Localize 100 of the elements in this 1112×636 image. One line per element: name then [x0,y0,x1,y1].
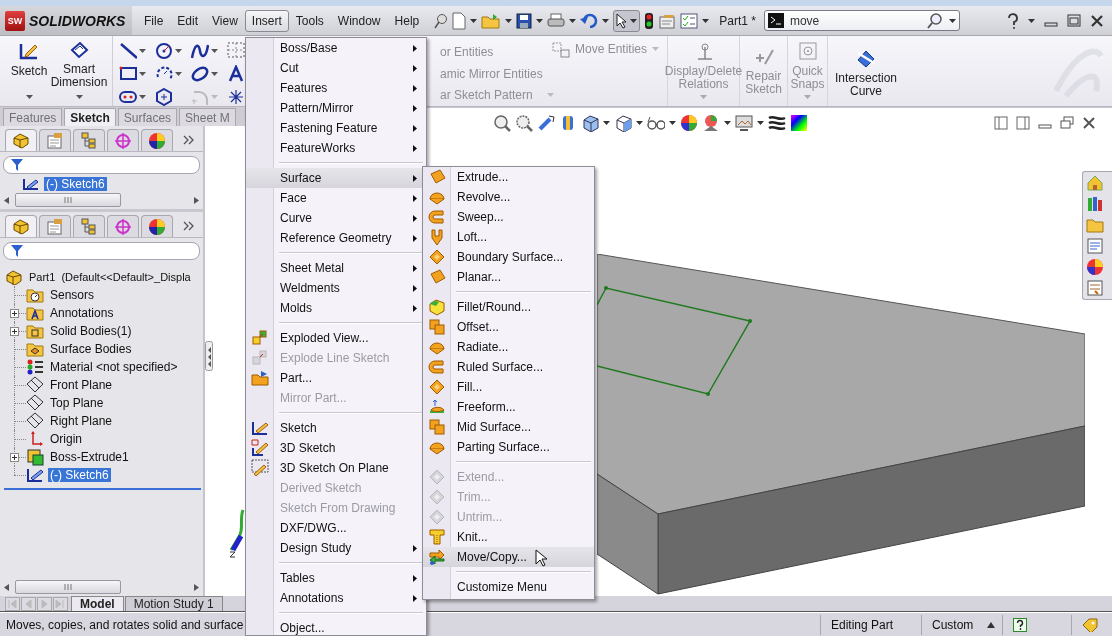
menu-item[interactable]: Pattern/Mirror [246,98,426,118]
tree-item[interactable]: Front Plane [48,378,115,392]
menu-item[interactable]: Curve [246,208,426,228]
tree-item[interactable]: Boss-Extrude1 [48,450,131,464]
menu-item[interactable]: Molds [246,298,426,318]
print-icon[interactable] [547,12,566,29]
menu-item[interactable]: Tools [288,9,331,32]
zoom-area-icon[interactable] [515,114,533,132]
menu-item[interactable]: Mid Surface... [423,417,594,437]
tool-button[interactable]: Smart Dimension [50,36,108,106]
close-icon[interactable] [1090,13,1104,28]
previous-view-icon[interactable] [537,114,555,132]
tab[interactable]: Model [71,596,124,611]
view-cube-icon[interactable] [581,114,599,132]
menu-item[interactable]: Boss/Base [246,38,426,58]
menu-item[interactable]: Design Study [246,538,426,558]
tree-item[interactable]: Surface Bodies [48,342,134,356]
chevrons-icon[interactable] [183,221,195,231]
tab[interactable]: Surfaces [117,108,178,126]
menu-item[interactable]: View [205,9,245,32]
tree-item[interactable]: Origin [48,432,84,446]
menu-item[interactable]: Parting Surface... [423,437,594,457]
menu-item[interactable]: Help [387,9,427,32]
menu-item[interactable]: Part... [246,368,426,388]
tree-item[interactable]: Annotations [48,306,116,320]
panel-tab[interactable] [5,215,37,237]
menu-item[interactable]: Freeform... [423,397,594,417]
scene-icon[interactable] [702,114,720,132]
menu-item[interactable]: Annotations [246,588,426,608]
checklist-icon[interactable] [680,12,699,29]
expand-icon[interactable] [10,309,19,318]
menu-item[interactable]: Extrude... [423,167,594,187]
tree-item[interactable]: Right Plane [48,414,115,428]
glasses-icon[interactable] [647,114,665,132]
tab[interactable]: Features [3,108,63,126]
point-icon[interactable] [227,87,245,106]
tree-item[interactable]: Solid Bodies(1) [48,324,134,338]
menu-item[interactable]: Offset... [423,317,594,337]
tool-button[interactable]: Sketch [8,36,50,106]
menu-item[interactable]: Boundary Surface... [423,247,594,267]
menu-item[interactable]: Object... [246,618,426,635]
tab[interactable]: Sheet M [179,108,236,126]
tab[interactable]: Motion Study 1 [124,596,223,611]
zebra-stripes-icon[interactable] [768,114,786,132]
menu-item[interactable]: Exploded View... [246,328,426,348]
menu-item[interactable]: Tables [246,568,426,588]
line-icon[interactable] [119,41,137,60]
undo-icon[interactable] [580,12,599,29]
panel-tab[interactable] [5,129,37,151]
filter-field[interactable] [3,242,200,260]
tool-button[interactable]: Intersection Curve [828,36,904,106]
display-style-icon[interactable] [614,114,632,132]
menu-item[interactable]: Knit... [423,527,594,547]
menu-item[interactable]: Face [246,188,426,208]
menu-item[interactable]: 3D Sketch On Plane [246,458,426,478]
menu-item[interactable]: Insert [244,9,289,32]
menu-item[interactable]: Move/Copy... [423,547,594,567]
appearance-icon[interactable] [1086,258,1104,276]
menu-item[interactable]: Reference Geometry [246,228,426,248]
expand-icon[interactable] [10,327,19,336]
zoom-fit-icon[interactable] [493,114,511,132]
menu-item[interactable]: Radiate... [423,337,594,357]
curvature-icon[interactable] [790,114,808,132]
menu-item[interactable]: Window [330,9,388,32]
menu-item[interactable]: FeatureWorks [246,138,426,158]
rectangle-icon[interactable] [119,64,137,83]
help-icon[interactable] [1013,617,1027,632]
monitor-icon[interactable] [735,114,753,132]
menu-item[interactable]: Fastening Feature [246,118,426,138]
new-document-icon[interactable] [452,11,467,30]
menu-item[interactable]: Fill... [423,377,594,397]
tree-item[interactable]: Top Plane [48,396,106,410]
panel-tab[interactable] [141,129,173,151]
menu-item[interactable]: Sweep... [423,207,594,227]
tree-item[interactable]: Material <not specified> [48,360,180,374]
menu-item[interactable]: 3D Sketch [246,438,426,458]
polygon-icon[interactable] [155,87,173,106]
filter-field[interactable] [3,156,200,174]
split-right-icon[interactable] [1016,116,1030,130]
menu-item[interactable]: Sketch [246,418,426,438]
tab[interactable]: Sketch [64,108,116,126]
maximize-icon[interactable] [1067,13,1081,28]
tree-item[interactable]: (-) Sketch6 [44,177,107,191]
appearance-icon[interactable] [680,114,698,132]
restore-icon[interactable] [1060,116,1074,130]
menu-item[interactable]: Ruled Surface... [423,357,594,377]
menu-item[interactable]: Features [246,78,426,98]
menu-item[interactable]: Revolve... [423,187,594,207]
tree-item[interactable]: Sensors [48,288,97,302]
menu-item[interactable]: Fillet/Round... [423,297,594,317]
menu-item[interactable]: Edit [170,9,206,32]
home-icon[interactable] [1086,174,1104,192]
menu-item[interactable]: Loft... [423,227,594,247]
traffic-light-icon[interactable] [644,11,655,30]
search-field[interactable]: move [763,10,960,31]
horizontal-scrollbar[interactable] [4,580,199,594]
tree-item[interactable]: Part1 (Default<<Default>_Displa [27,271,193,283]
menu-item[interactable]: Weldments [246,278,426,298]
save-icon[interactable] [516,12,533,29]
pointer-icon[interactable] [616,12,629,29]
